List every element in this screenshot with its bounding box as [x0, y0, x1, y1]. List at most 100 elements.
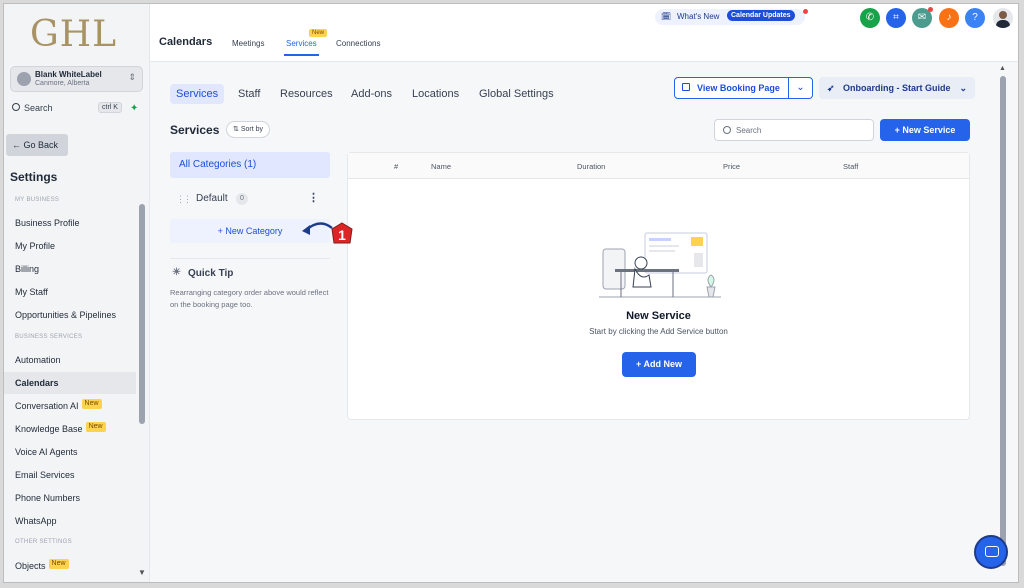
sidebar-search[interactable]: Search ctrl K: [10, 101, 122, 117]
chevron-down-icon: ⌄: [959, 83, 967, 93]
quick-tip-text: Rearranging category order above would r…: [170, 288, 329, 309]
section-business-services: BUSINESS SERVICES: [15, 334, 83, 340]
app-window: GHL Blank WhiteLabel Canmore, Alberta ⇕ …: [3, 3, 1019, 583]
sidebar-item-label: Objects: [15, 561, 46, 571]
category-count: 0: [236, 193, 248, 205]
chat-widget-button[interactable]: [974, 535, 1008, 569]
sort-by-label: Sort by: [240, 126, 263, 133]
chevron-down-icon[interactable]: ⌄: [789, 77, 813, 99]
sidebar-item-knowledge-base[interactable]: Knowledge Base New: [4, 418, 136, 440]
go-back-button[interactable]: ← Go Back: [6, 134, 68, 156]
account-location: Canmore, Alberta: [35, 80, 90, 87]
search-label: Search: [24, 103, 53, 113]
page-title: Calendars: [159, 36, 213, 48]
empty-state-title: New Service: [626, 310, 691, 322]
settings-title: Settings: [10, 170, 58, 184]
sidebar-item-my-staff[interactable]: My Staff: [4, 281, 136, 303]
logo: GHL: [30, 14, 118, 55]
subtab-resources[interactable]: Resources: [274, 84, 339, 104]
subtab-locations[interactable]: Locations: [406, 84, 465, 104]
sidebar-item-email-services[interactable]: Email Services: [4, 464, 136, 486]
calendar-updates-button[interactable]: Calendar Updates: [727, 10, 795, 21]
step-number: 1: [338, 227, 346, 243]
sidebar: GHL Blank WhiteLabel Canmore, Alberta ⇕ …: [4, 4, 150, 582]
add-new-button[interactable]: + Add New: [622, 352, 696, 377]
sidebar-item-phone-numbers[interactable]: Phone Numbers: [4, 487, 136, 509]
more-options-icon[interactable]: ⋮: [308, 185, 319, 211]
subtab-services[interactable]: Services: [170, 84, 225, 104]
subtab-global-settings[interactable]: Global Settings: [473, 84, 560, 104]
sidebar-item-label: Conversation AI: [15, 401, 79, 411]
section-other-settings: OTHER SETTINGS: [15, 539, 72, 545]
sidebar-item-calendars[interactable]: Calendars: [4, 372, 136, 394]
sidebar-item-business-profile[interactable]: Business Profile: [4, 212, 136, 234]
empty-state-subtitle: Start by clicking the Add Service button: [589, 327, 728, 336]
whats-new-label: What's New: [677, 12, 720, 21]
sidebar-item-my-profile[interactable]: My Profile: [4, 235, 136, 257]
sidebar-item-objects[interactable]: Objects New: [4, 555, 136, 577]
sidebar-item-whatsapp[interactable]: WhatsApp: [4, 510, 136, 532]
quick-tip-label: Quick Tip: [188, 268, 234, 279]
drag-handle-icon[interactable]: ⋮⋮: [176, 186, 192, 212]
new-badge: New: [309, 29, 328, 37]
notification-dot: [928, 7, 933, 12]
arrow-icon: [302, 222, 333, 235]
view-booking-label: View Booking Page: [697, 83, 780, 93]
search-icon: [723, 126, 731, 134]
new-badge: New: [81, 399, 102, 409]
sidebar-item-voice-ai[interactable]: Voice AI Agents: [4, 441, 136, 463]
column-header: Price: [723, 162, 741, 171]
sidebar-item-automation[interactable]: Automation: [4, 349, 136, 371]
column-header: #: [394, 162, 399, 171]
section-my-business: MY BUSINESS: [15, 197, 60, 203]
phone-icon[interactable]: ✆: [860, 8, 880, 28]
services-table: # Name Duration Price Staff New Service …: [347, 152, 970, 420]
subtab-staff[interactable]: Staff: [232, 84, 266, 104]
tab-connections[interactable]: Connections: [336, 39, 380, 48]
main-scrollbar[interactable]: [1000, 76, 1006, 566]
search-placeholder: Search: [736, 126, 762, 135]
column-header: Name: [431, 162, 452, 171]
sidebar-item-billing[interactable]: Billing: [4, 258, 136, 280]
scroll-down-icon[interactable]: ▼: [138, 568, 146, 577]
whats-new-banner[interactable]: 🗓 What's New Calendar Updates: [655, 9, 808, 25]
quick-tip: ☀ Quick Tip Rearranging category order a…: [170, 258, 330, 311]
user-avatar[interactable]: [993, 8, 1013, 28]
category-default[interactable]: ⋮⋮ Default 0 ⋮: [170, 186, 330, 212]
rocket-icon: ➶: [827, 83, 835, 93]
new-service-button[interactable]: + New Service: [880, 119, 970, 141]
services-search-input[interactable]: Search: [714, 119, 874, 141]
sidebar-item-conversation-ai[interactable]: Conversation AI New: [4, 395, 136, 417]
help-icon[interactable]: ?: [965, 8, 985, 28]
sparkle-icon[interactable]: ✦: [130, 103, 138, 114]
view-booking-page-button[interactable]: View Booking Page: [674, 77, 789, 99]
scroll-up-icon[interactable]: ▲: [999, 65, 1006, 72]
tab-services[interactable]: Services: [284, 39, 319, 56]
top-bar: Calendars Meetings Services New Connecti…: [150, 4, 1018, 62]
external-link-icon: [682, 83, 690, 91]
account-avatar-icon: [17, 72, 31, 86]
avatar-head: [999, 11, 1007, 19]
empty-state-illustration: [599, 232, 721, 298]
services-heading: Services: [170, 123, 220, 137]
megaphone-button[interactable]: ⌗: [886, 8, 906, 28]
sort-by-button[interactable]: ⇅ Sort by: [226, 121, 270, 138]
sidebar-item-opportunities[interactable]: Opportunities & Pipelines: [4, 304, 136, 326]
go-back-label: Go Back: [23, 140, 59, 150]
account-name: Blank WhiteLabel: [35, 70, 102, 79]
chat-icon: [985, 546, 999, 557]
tab-meetings[interactable]: Meetings: [232, 39, 264, 48]
account-switcher[interactable]: Blank WhiteLabel Canmore, Alberta ⇕: [10, 66, 143, 92]
sidebar-scrollbar[interactable]: [139, 204, 145, 424]
announcement-icon[interactable]: ✉: [912, 7, 933, 28]
onboarding-guide-button[interactable]: ➶ Onboarding - Start Guide ⌄: [819, 77, 975, 99]
new-badge: New: [48, 559, 69, 569]
subtab-addons[interactable]: Add-ons: [345, 84, 398, 104]
category-all[interactable]: All Categories (1): [170, 152, 330, 178]
lightbulb-icon: ☀: [172, 267, 181, 278]
bell-icon[interactable]: ♪: [939, 8, 959, 28]
gift-icon: 🗓: [661, 12, 672, 21]
quick-tip-title: ☀ Quick Tip: [170, 267, 330, 279]
search-icon: [12, 103, 20, 111]
avatar-body: [996, 20, 1010, 28]
